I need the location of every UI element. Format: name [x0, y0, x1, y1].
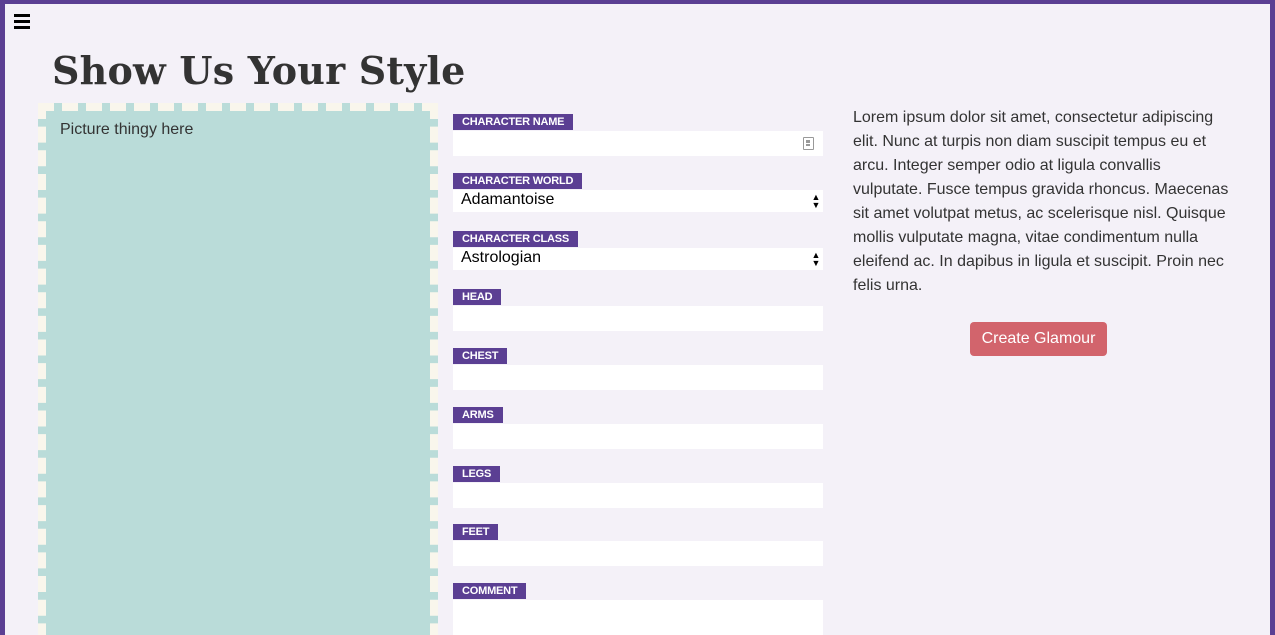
arms-label: ARMS [453, 407, 503, 423]
legs-field: LEGS [453, 464, 823, 508]
comment-field: COMMENT [453, 581, 823, 635]
comment-textarea[interactable] [453, 600, 823, 635]
character-world-field: CHARACTER WORLD Adamantoise ▲ ▼ [453, 171, 823, 212]
feet-input[interactable] [453, 541, 823, 566]
legs-label: LEGS [453, 466, 501, 482]
description-text: Lorem ipsum dolor sit amet, consectetur … [853, 109, 1229, 294]
chest-input[interactable] [453, 365, 823, 390]
character-name-field: CHARACTER NAME [453, 112, 823, 156]
hamburger-menu-icon[interactable] [14, 13, 30, 29]
character-name-label: CHARACTER NAME [453, 114, 574, 130]
character-world-select[interactable]: Adamantoise ▲ ▼ [453, 190, 823, 212]
feet-label: FEET [453, 524, 499, 540]
head-field: HEAD [453, 287, 823, 331]
chest-label: CHEST [453, 348, 508, 364]
head-input[interactable] [453, 306, 823, 331]
arms-field: ARMS [453, 405, 823, 449]
character-class-value: Astrologian [461, 249, 542, 266]
legs-input[interactable] [453, 483, 823, 508]
contact-card-icon[interactable] [803, 137, 814, 150]
select-arrows-icon: ▲ ▼ [811, 192, 821, 210]
select-arrows-icon: ▲ ▼ [811, 250, 821, 268]
arms-input[interactable] [453, 424, 823, 449]
character-name-input[interactable] [453, 131, 823, 156]
character-world-value: Adamantoise [461, 191, 555, 208]
page-title: Show Us Your Style [52, 48, 466, 93]
character-world-label: CHARACTER WORLD [453, 173, 583, 189]
create-glamour-button[interactable]: Create Glamour [970, 322, 1107, 356]
character-class-label: CHARACTER CLASS [453, 231, 579, 247]
character-class-field: CHARACTER CLASS Astrologian ▲ ▼ [453, 229, 823, 270]
head-label: HEAD [453, 289, 502, 305]
picture-placeholder-label: Picture thingy here [60, 121, 194, 138]
picture-upload-area[interactable]: Picture thingy here [38, 103, 438, 635]
character-class-select[interactable]: Astrologian ▲ ▼ [453, 248, 823, 270]
feet-field: FEET [453, 522, 823, 566]
page-frame: Show Us Your Style Picture thingy here C… [0, 0, 1275, 635]
comment-label: COMMENT [453, 583, 527, 599]
chest-field: CHEST [453, 346, 823, 390]
